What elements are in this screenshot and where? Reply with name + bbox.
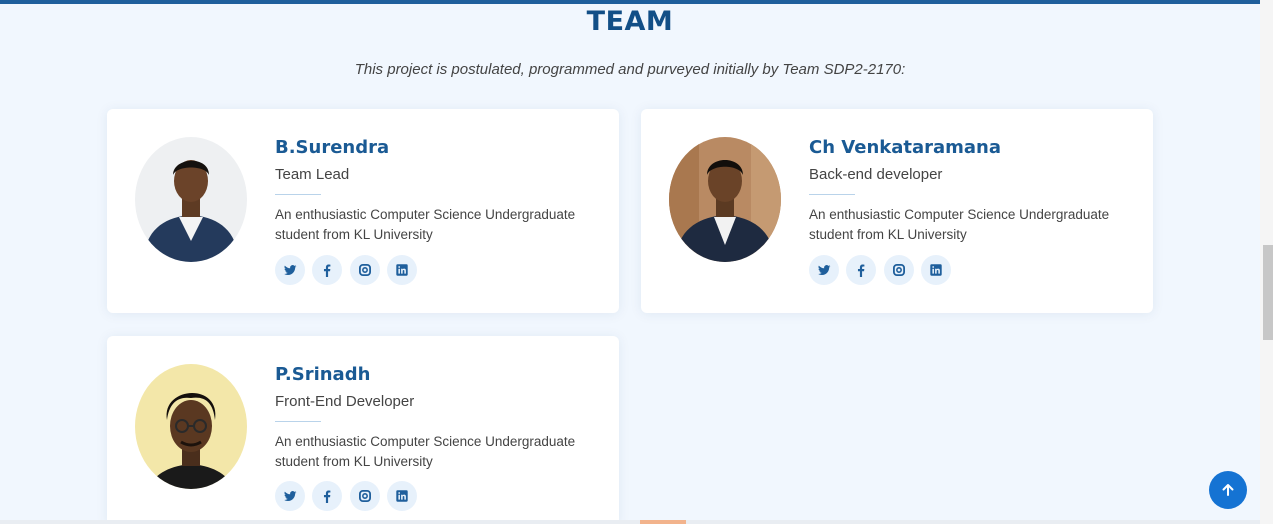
- member-name: B.Surendra: [275, 137, 390, 158]
- facebook-icon[interactable]: [846, 255, 876, 285]
- twitter-icon[interactable]: [809, 255, 839, 285]
- member-name: Ch Venkataramana: [809, 137, 1002, 158]
- team-member-card: Ch Venkataramana Back-end developer An e…: [641, 109, 1153, 313]
- member-bio: An enthusiastic Computer Science Undergr…: [275, 207, 576, 242]
- team-member-card: B.Surendra Team Lead An enthusiastic Com…: [107, 109, 619, 313]
- back-to-top-button[interactable]: [1209, 471, 1247, 509]
- section-title: TEAM: [586, 6, 674, 37]
- divider: [275, 421, 321, 422]
- arrow-up-icon: [1222, 484, 1234, 496]
- member-photo: [135, 364, 247, 489]
- facebook-icon[interactable]: [312, 481, 342, 511]
- divider: [275, 194, 321, 195]
- team-member-card: P.Srinadh Front-End Developer An enthusi…: [107, 336, 619, 524]
- member-photo: [669, 137, 781, 262]
- section-subtitle: This project is postulated, programmed a…: [354, 61, 906, 78]
- linkedin-icon[interactable]: [387, 481, 417, 511]
- twitter-icon[interactable]: [275, 255, 305, 285]
- member-bio: An enthusiastic Computer Science Undergr…: [809, 207, 1110, 242]
- member-role: Back-end developer: [809, 166, 943, 183]
- next-section-accent: [640, 520, 686, 524]
- member-name: P.Srinadh: [275, 364, 371, 385]
- linkedin-icon[interactable]: [921, 255, 951, 285]
- instagram-icon[interactable]: [350, 481, 380, 511]
- instagram-icon[interactable]: [884, 255, 914, 285]
- instagram-icon[interactable]: [350, 255, 380, 285]
- member-role: Team Lead: [275, 166, 350, 183]
- scrollbar-thumb[interactable]: [1263, 245, 1273, 340]
- facebook-icon[interactable]: [312, 255, 342, 285]
- twitter-icon[interactable]: [275, 481, 305, 511]
- member-bio: An enthusiastic Computer Science Undergr…: [275, 434, 576, 469]
- linkedin-icon[interactable]: [387, 255, 417, 285]
- divider: [809, 194, 855, 195]
- next-section-edge: [0, 520, 1260, 524]
- member-photo: [135, 137, 247, 262]
- member-role: Front-End Developer: [275, 393, 415, 410]
